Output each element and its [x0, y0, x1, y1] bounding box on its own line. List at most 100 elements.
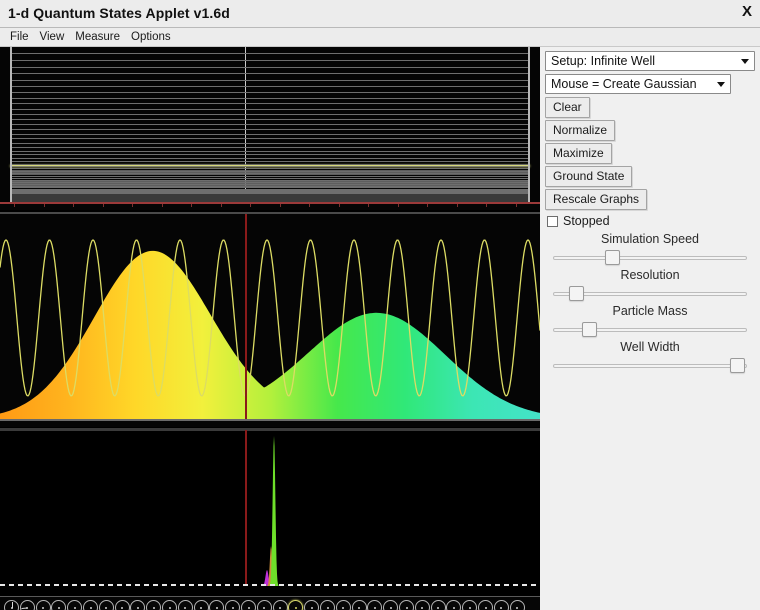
energy-level[interactable] — [10, 124, 530, 126]
phasor[interactable] — [162, 600, 177, 610]
energy-level[interactable] — [10, 180, 530, 182]
phasor[interactable] — [430, 600, 446, 610]
phasor-state-grid[interactable] — [0, 596, 540, 610]
energy-level[interactable] — [10, 174, 530, 176]
phasor[interactable] — [399, 600, 414, 610]
energy-level[interactable] — [10, 73, 530, 75]
energy-level[interactable] — [10, 172, 530, 174]
energy-level[interactable] — [10, 191, 530, 192]
energy-level[interactable] — [10, 97, 530, 99]
energy-level[interactable] — [10, 66, 530, 68]
normalize-button[interactable]: Normalize — [545, 120, 616, 141]
phasor[interactable] — [35, 600, 51, 610]
energy-level[interactable] — [10, 150, 530, 152]
well-width-slider-thumb[interactable] — [730, 358, 746, 373]
menu-item-measure[interactable]: Measure — [71, 30, 124, 44]
energy-level[interactable] — [10, 163, 530, 165]
resolution-slider-thumb[interactable] — [569, 286, 585, 301]
wavefunction-graph[interactable] — [0, 212, 540, 427]
phasor[interactable] — [193, 600, 209, 610]
phasor[interactable] — [478, 600, 493, 610]
energy-level[interactable] — [10, 142, 530, 144]
particle-mass-slider[interactable] — [553, 321, 747, 338]
momentum-graph[interactable] — [0, 428, 540, 594]
phasor[interactable] — [446, 600, 462, 610]
particle-mass-slider-thumb[interactable] — [581, 322, 597, 337]
simulation-canvas[interactable] — [0, 47, 540, 610]
phasor[interactable] — [272, 600, 288, 610]
energy-level[interactable] — [10, 154, 530, 156]
energy-level[interactable] — [10, 165, 530, 167]
menu-item-view[interactable]: View — [36, 30, 69, 44]
well-width-slider[interactable] — [553, 357, 747, 374]
menu-item-file[interactable]: File — [6, 30, 33, 44]
setup-select[interactable]: Setup: Infinite Well — [545, 51, 755, 71]
energy-level[interactable] — [10, 114, 530, 116]
phasor[interactable] — [146, 600, 162, 610]
energy-level[interactable] — [10, 186, 530, 188]
energy-level[interactable] — [10, 146, 530, 148]
phasor[interactable] — [241, 600, 256, 610]
energy-level[interactable] — [10, 129, 530, 131]
phasor[interactable] — [209, 600, 225, 610]
phasor[interactable] — [67, 600, 83, 610]
energy-level[interactable] — [10, 170, 530, 171]
energy-level[interactable] — [10, 85, 530, 87]
energy-level[interactable] — [10, 119, 530, 121]
well-width-slider-track[interactable] — [553, 364, 747, 368]
energy-level[interactable] — [10, 192, 530, 194]
energy-level[interactable] — [10, 53, 530, 54]
phasor[interactable] — [462, 600, 478, 610]
phasor[interactable] — [493, 600, 509, 610]
energy-level[interactable] — [10, 178, 530, 180]
phasor[interactable] — [83, 600, 98, 610]
phasor[interactable] — [51, 600, 67, 610]
energy-level[interactable] — [10, 108, 530, 110]
phasor[interactable] — [367, 600, 383, 610]
energy-level[interactable] — [10, 59, 530, 61]
clear-button[interactable]: Clear — [545, 97, 590, 118]
phasor[interactable] — [256, 600, 272, 610]
energy-level[interactable] — [10, 176, 530, 178]
close-icon[interactable]: X — [742, 4, 752, 20]
phasor[interactable] — [4, 600, 19, 610]
phasor[interactable] — [383, 600, 399, 610]
wave-cursor-line[interactable] — [245, 214, 247, 419]
well-left-edge[interactable] — [10, 47, 12, 202]
energy-level[interactable] — [10, 138, 530, 140]
phasor[interactable] — [225, 600, 241, 610]
energy-level[interactable] — [10, 133, 530, 135]
rescale-graphs-button[interactable]: Rescale Graphs — [545, 189, 648, 210]
energy-level[interactable] — [10, 188, 530, 190]
simulation-speed-slider[interactable] — [553, 249, 747, 266]
energy-level-graph[interactable] — [0, 47, 540, 210]
energy-level[interactable] — [10, 158, 530, 159]
simulation-speed-slider-thumb[interactable] — [604, 250, 620, 265]
simulation-speed-slider-track[interactable] — [553, 256, 747, 260]
phasor[interactable] — [335, 600, 351, 610]
phasor[interactable] — [509, 600, 525, 610]
phasor[interactable] — [114, 600, 130, 610]
energy-level[interactable] — [10, 161, 530, 163]
phasor[interactable] — [177, 600, 193, 610]
energy-level[interactable] — [10, 184, 530, 186]
phasor[interactable] — [304, 600, 320, 610]
mouse-mode-select[interactable]: Mouse = Create Gaussian — [545, 74, 731, 94]
phasor[interactable] — [351, 600, 367, 610]
menu-item-options[interactable]: Options — [127, 30, 175, 44]
phasor-selected[interactable] — [288, 600, 304, 610]
energy-level[interactable] — [10, 79, 530, 81]
phasor[interactable] — [414, 600, 430, 610]
energy-level[interactable] — [10, 103, 530, 105]
energy-level[interactable] — [10, 167, 530, 169]
well-right-edge[interactable] — [528, 47, 530, 202]
phasor[interactable] — [19, 600, 35, 610]
phasor[interactable] — [98, 600, 114, 610]
energy-level[interactable] — [10, 182, 530, 184]
maximize-button[interactable]: Maximize — [545, 143, 612, 164]
resolution-slider[interactable] — [553, 285, 747, 302]
energy-level[interactable] — [10, 91, 530, 93]
stopped-checkbox-row[interactable]: Stopped — [547, 214, 755, 228]
ground-state-button[interactable]: Ground State — [545, 166, 633, 187]
phasor[interactable] — [320, 600, 335, 610]
